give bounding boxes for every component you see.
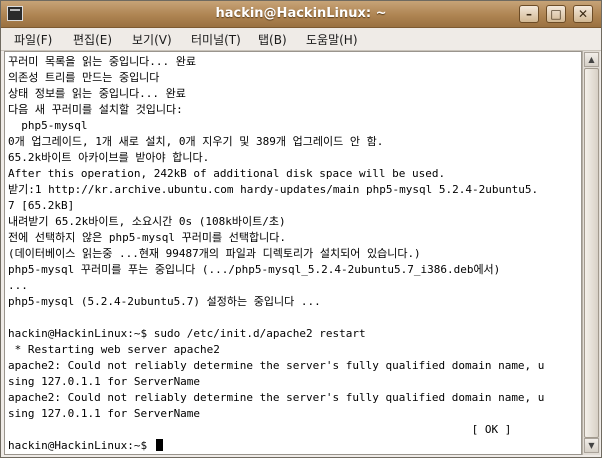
terminal-output[interactable]: 꾸러미 목록을 읽는 중입니다... 완료 의존성 트리를 만드는 중입니다 상… [4, 51, 582, 455]
terminal-line: 의존성 트리를 만드는 중입니다 [8, 71, 160, 84]
terminal-line: [ OK ] [8, 423, 512, 436]
scroll-down-icon[interactable]: ▼ [584, 438, 599, 453]
terminal-line: 7 [65.2kB] [8, 199, 75, 212]
terminal-line: php5-mysql (5.2.4-2ubuntu5.7) 설정하는 중입니다 … [8, 295, 321, 308]
minimize-icon[interactable]: – [519, 5, 539, 23]
terminal-line: apache2: Could not reliably determine th… [8, 359, 545, 372]
menu-tabs[interactable]: 탭(B) [258, 31, 287, 48]
scrollbar-thumb[interactable] [584, 68, 599, 438]
terminal-line: ... [8, 279, 28, 292]
vertical-scrollbar[interactable]: ▲ ▼ [582, 51, 600, 455]
terminal-line: 꾸러미 목록을 읽는 중입니다... 완료 [8, 55, 197, 68]
terminal-line: (데이터베이스 읽는중 ...현재 99487개의 파일과 디렉토리가 설치되어… [8, 247, 421, 260]
text-cursor [155, 439, 163, 451]
scroll-up-icon[interactable]: ▲ [584, 52, 599, 67]
terminal-line: After this operation, 242kB of additiona… [8, 167, 446, 180]
menu-view[interactable]: 보기(V) [132, 31, 172, 48]
menu-help[interactable]: 도움말(H) [306, 31, 358, 48]
terminal-line: php5-mysql 꾸러미를 푸는 중입니다 (.../php5-mysql_… [8, 263, 501, 276]
terminal-line: 상태 정보를 읽는 중입니다... 완료 [8, 87, 186, 100]
menu-bar: 파일(F) 편집(E) 보기(V) 터미널(T) 탭(B) 도움말(H) [1, 28, 601, 51]
maximize-icon[interactable]: □ [546, 5, 566, 23]
menu-file[interactable]: 파일(F) [14, 31, 52, 48]
terminal-line: apache2: Could not reliably determine th… [8, 391, 545, 404]
terminal-window: hackin@HackinLinux: ~ – □ ✕ 파일(F) 편집(E) … [0, 0, 602, 458]
terminal-line: 전에 선택하지 않은 php5-mysql 꾸러미를 선택합니다. [8, 231, 286, 244]
terminal-line: 다음 새 꾸러미를 설치할 것입니다: [8, 103, 183, 116]
terminal-line: php5-mysql [8, 119, 88, 132]
terminal-line: 받기:1 http://kr.archive.ubuntu.com hardy-… [8, 183, 539, 196]
terminal-line: hackin@HackinLinux:~$ sudo /etc/init.d/a… [8, 327, 366, 340]
terminal-prompt: hackin@HackinLinux:~$ [8, 439, 154, 452]
terminal-prompt-line[interactable]: hackin@HackinLinux:~$ [8, 438, 163, 454]
terminal-line: * Restarting web server apache2 [8, 343, 220, 356]
title-bar[interactable]: hackin@HackinLinux: ~ – □ ✕ [1, 1, 601, 28]
window-title: hackin@HackinLinux: ~ [215, 6, 387, 21]
menu-terminal[interactable]: 터미널(T) [191, 31, 241, 48]
terminal-line: 65.2k바이트 아카이브를 받아야 합니다. [8, 151, 210, 164]
terminal-line: 내려받기 65.2k바이트, 소요시간 0s (108k바이트/초) [8, 215, 286, 228]
menu-edit[interactable]: 편집(E) [73, 31, 112, 48]
terminal-line: sing 127.0.1.1 for ServerName [8, 375, 201, 388]
terminal-line: 0개 업그레이드, 1개 새로 설치, 0개 지우기 및 389개 업그레이드 … [8, 135, 384, 148]
terminal-line: sing 127.0.1.1 for ServerName [8, 407, 201, 420]
close-icon[interactable]: ✕ [573, 5, 593, 23]
